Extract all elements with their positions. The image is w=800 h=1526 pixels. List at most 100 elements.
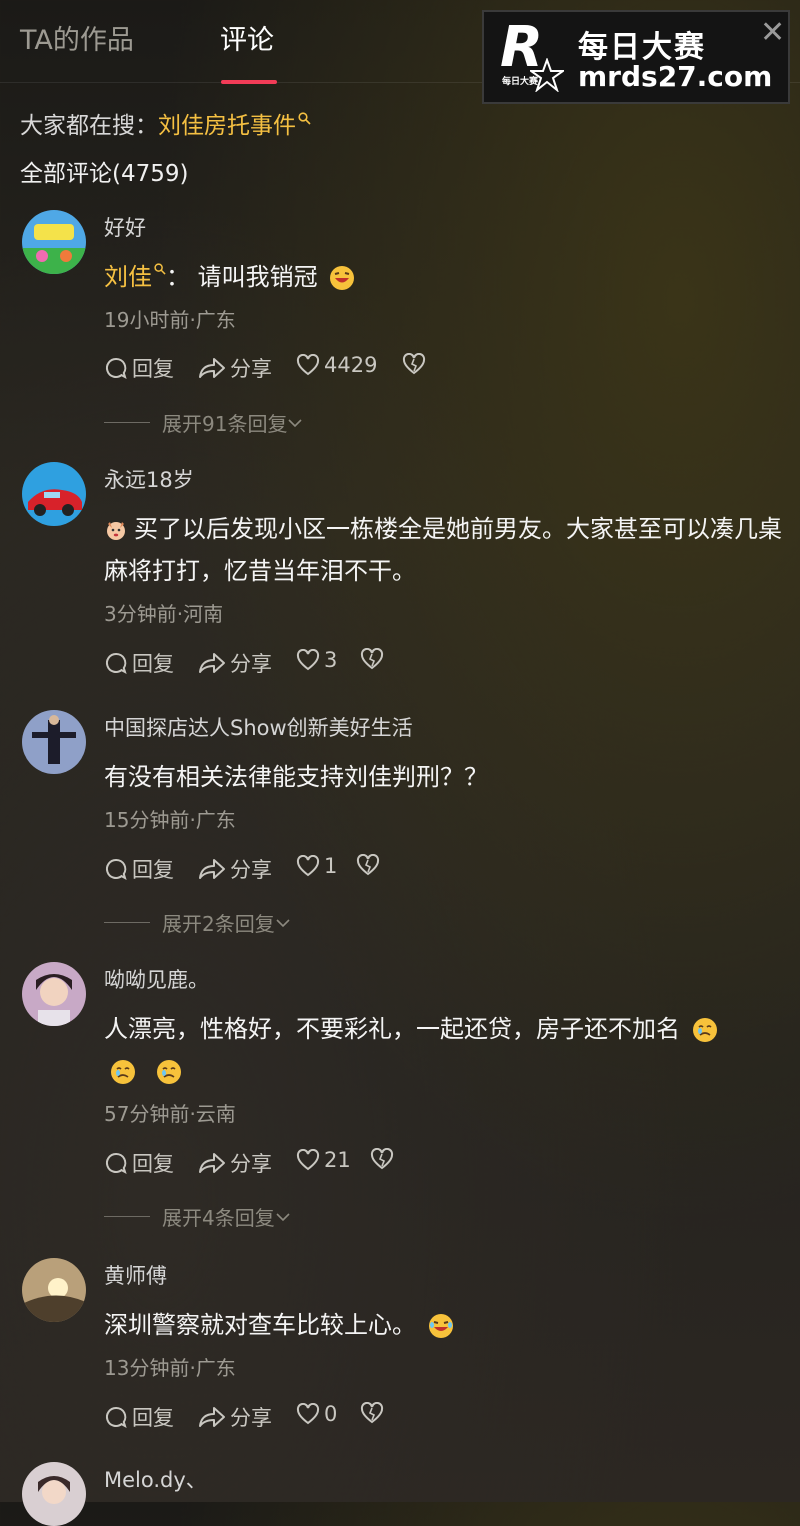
dislike-icon xyxy=(356,854,380,876)
share-button[interactable]: 分享 xyxy=(198,1148,272,1178)
reply-button[interactable]: 回复 xyxy=(104,353,174,383)
share-label: 分享 xyxy=(230,652,272,676)
comment-meta: 57分钟前·云南 xyxy=(104,1102,236,1126)
dislike-button[interactable] xyxy=(402,353,426,375)
expand-replies[interactable]: 展开4条回复 xyxy=(104,1202,291,1231)
comment-body: 有没有相关法律能支持刘佳判刑？？ xyxy=(104,763,488,791)
reply-label: 回复 xyxy=(132,357,174,381)
reply-icon xyxy=(105,1152,127,1175)
like-count: 1 xyxy=(324,854,338,878)
divider xyxy=(104,422,150,423)
dislike-button[interactable] xyxy=(360,1402,384,1424)
reply-button[interactable]: 回复 xyxy=(104,1148,174,1178)
comment-count-heading: 全部评论(4759) xyxy=(20,161,189,187)
share-icon xyxy=(199,358,225,378)
like-button[interactable]: 4429 xyxy=(296,353,377,377)
comment-username[interactable]: 永远18岁 xyxy=(104,464,194,494)
avatar[interactable] xyxy=(22,1462,86,1526)
share-icon xyxy=(199,1153,225,1173)
crying-emoji-icon xyxy=(692,1018,717,1042)
avatar[interactable] xyxy=(22,962,86,1026)
expand-replies-label: 展开4条回复 xyxy=(162,1206,275,1230)
chevron-down-icon xyxy=(276,1212,290,1221)
tab-comments[interactable]: 评论 xyxy=(220,18,274,57)
reply-label: 回复 xyxy=(132,1152,174,1176)
avatar[interactable] xyxy=(22,710,86,774)
comment-text: 刘佳 ： 请叫我销冠 xyxy=(104,256,784,298)
crying-emoji-icon xyxy=(156,1060,181,1084)
share-label: 分享 xyxy=(230,1406,272,1430)
comment-username[interactable]: 好好 xyxy=(104,212,146,242)
comment-body: 买了以后发现小区一栋楼全是她前男友。大家甚至可以凑几桌麻将打打，忆昔当年泪不干。 xyxy=(104,515,782,585)
trending-search-prefix: 大家都在搜： xyxy=(20,113,158,139)
reply-icon xyxy=(105,652,127,675)
like-button[interactable]: 3 xyxy=(296,648,337,672)
share-icon xyxy=(199,1407,225,1427)
comment-text: 买了以后发现小区一栋楼全是她前男友。大家甚至可以凑几桌麻将打打，忆昔当年泪不干。 xyxy=(104,508,784,592)
expand-replies[interactable]: 展开91条回复 xyxy=(104,408,303,437)
comment-body: 深圳警察就对查车比较上心。 xyxy=(104,1311,416,1339)
comment-actions: 回复 分享 3 xyxy=(104,648,764,678)
like-icon xyxy=(296,649,320,671)
share-label: 分享 xyxy=(230,357,272,381)
comment-meta: 13分钟前·广东 xyxy=(104,1356,236,1380)
reply-button[interactable]: 回复 xyxy=(104,648,174,678)
comment-username[interactable]: 黄师傅 xyxy=(104,1260,167,1290)
comment-text: 人漂亮，性格好，不要彩礼，一起还贷，房子还不加名 xyxy=(104,1008,784,1092)
watermark-banner[interactable]: R 每日大赛 每日大赛 mrds27.com xyxy=(482,10,790,104)
reply-label: 回复 xyxy=(132,652,174,676)
comment-mention[interactable]: 刘佳 xyxy=(104,263,152,291)
avatar[interactable] xyxy=(22,462,86,526)
comment-username[interactable]: 中国探店达人Show创新美好生活 xyxy=(104,712,413,742)
reply-button[interactable]: 回复 xyxy=(104,1402,174,1432)
avatar[interactable] xyxy=(22,1258,86,1322)
reply-label: 回复 xyxy=(132,858,174,882)
watermark-logo-caption: 每日大赛 xyxy=(502,77,539,87)
expand-replies-label: 展开2条回复 xyxy=(162,912,275,936)
chevron-down-icon xyxy=(288,418,303,427)
laughing-crying-emoji-icon xyxy=(428,1314,453,1338)
share-button[interactable]: 分享 xyxy=(198,1402,272,1432)
dislike-icon xyxy=(402,353,426,375)
share-icon xyxy=(199,859,225,879)
avatar[interactable] xyxy=(22,210,86,274)
like-count: 4429 xyxy=(324,353,378,377)
dislike-button[interactable] xyxy=(360,648,384,670)
chevron-down-icon xyxy=(276,918,290,927)
tab-works[interactable]: TA的作品 xyxy=(20,18,134,57)
comment-body: 人漂亮，性格好，不要彩礼，一起还贷，房子还不加名 xyxy=(104,1015,680,1043)
comment-username[interactable]: 呦呦见鹿。 xyxy=(104,964,209,994)
reply-button[interactable]: 回复 xyxy=(104,854,174,884)
comment-actions: 回复 分享 4429 xyxy=(104,353,764,383)
expand-replies[interactable]: 展开2条回复 xyxy=(104,908,291,937)
like-icon xyxy=(296,1403,320,1425)
watermark-url: mrds27.com xyxy=(578,60,773,93)
comment-actions: 回复 分享 0 xyxy=(104,1402,764,1432)
comment-actions: 回复 分享 1 xyxy=(104,854,764,884)
dislike-icon xyxy=(370,1148,394,1170)
like-button[interactable]: 1 xyxy=(296,854,337,878)
comment-meta: 3分钟前·河南 xyxy=(104,602,224,626)
divider xyxy=(104,922,150,923)
comment-username[interactable]: Melo.dy、 xyxy=(104,1464,207,1494)
like-button[interactable]: 21 xyxy=(296,1148,351,1172)
share-label: 分享 xyxy=(230,858,272,882)
trending-search-link[interactable]: 刘佳房托事件 xyxy=(158,113,296,139)
reply-label: 回复 xyxy=(132,1406,174,1430)
close-icon[interactable]: ✕ xyxy=(760,18,785,48)
like-count: 0 xyxy=(324,1402,338,1426)
share-button[interactable]: 分享 xyxy=(198,353,272,383)
like-icon xyxy=(296,1149,320,1171)
like-count: 3 xyxy=(324,648,338,672)
grinning-emoji-icon xyxy=(330,266,355,290)
share-button[interactable]: 分享 xyxy=(198,648,272,678)
reply-icon xyxy=(105,1406,127,1429)
share-button[interactable]: 分享 xyxy=(198,854,272,884)
like-icon xyxy=(296,354,320,376)
dislike-button[interactable] xyxy=(370,1148,394,1170)
search-icon xyxy=(154,263,166,275)
dislike-button[interactable] xyxy=(356,854,380,876)
comment-meta: 15分钟前·广东 xyxy=(104,808,236,832)
like-button[interactable]: 0 xyxy=(296,1402,337,1426)
reply-icon xyxy=(105,858,127,881)
